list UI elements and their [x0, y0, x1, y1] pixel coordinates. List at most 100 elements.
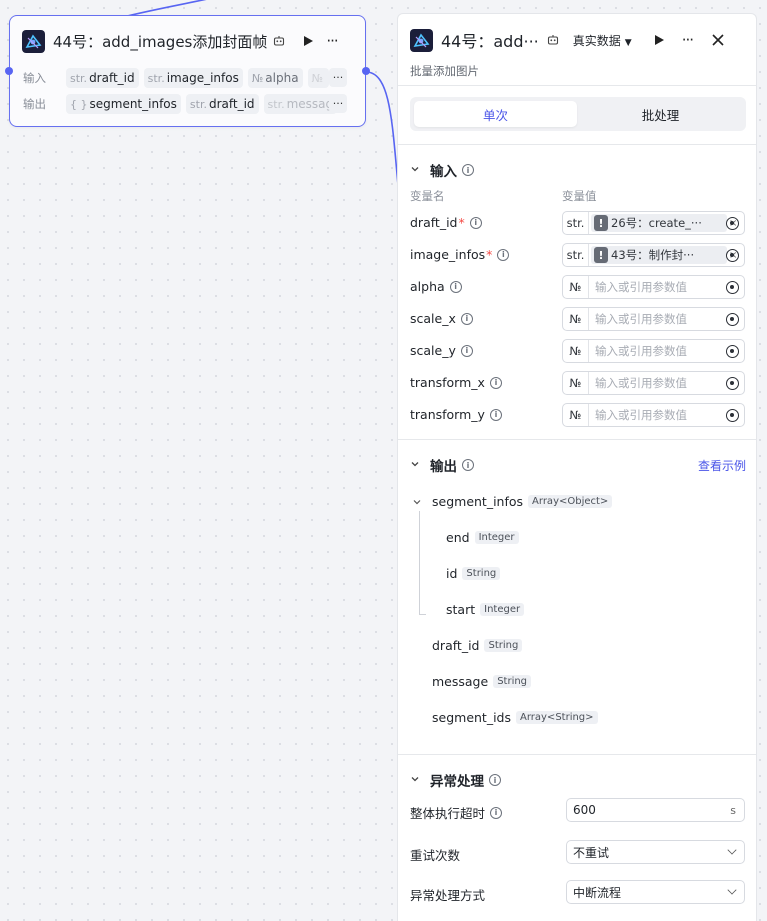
chevron-down-icon: [410, 774, 424, 787]
close-icon[interactable]: [712, 34, 724, 46]
workflow-node-card[interactable]: 44号：add_images添加封面帧 ··· 输入 str. draft_id …: [5, 15, 370, 127]
input-tag: str. draft_id: [66, 68, 139, 88]
param-value-field[interactable]: str. ! 43号：制作封··· ×: [562, 243, 745, 267]
variable-picker-icon: [726, 217, 739, 230]
retry-select[interactable]: 不重试: [566, 840, 745, 864]
param-value-field[interactable]: № 输入或引用参数值: [562, 307, 745, 331]
panel-more-button[interactable]: ···: [682, 31, 694, 49]
divider: [398, 754, 756, 755]
node-config-panel: 44号：add··· 真实数据 ▼ ··· 批量添加图片 单次 批处理 输入 i 变…: [397, 13, 757, 921]
output-row-label: 输出: [23, 97, 46, 111]
param-row-draft-id: draft_id * i str. ! 26号：create_··· ×: [410, 211, 745, 235]
variable-picker-icon: [726, 313, 739, 326]
robot-icon: [273, 35, 285, 47]
param-row-scale-y: scale_y i № 输入或引用参数值: [410, 339, 745, 363]
tree-line: [419, 614, 426, 615]
output-tag: str. draft_id: [185, 94, 259, 114]
output-tag: str. messag: [263, 94, 338, 114]
tab-single[interactable]: 单次: [414, 101, 577, 127]
param-row-transform-x: transform_x i № 输入或引用参数值: [410, 371, 745, 395]
divider: [398, 85, 756, 86]
handling-select[interactable]: 中断流程: [566, 880, 745, 904]
info-icon: i: [460, 312, 473, 325]
info-icon: i: [489, 774, 501, 786]
output-tree-child: end Integer: [446, 530, 519, 545]
run-icon[interactable]: [303, 35, 314, 47]
chevron-down-icon: [727, 845, 737, 855]
outgoing-wire: [365, 71, 399, 186]
param-value-field[interactable]: № 输入或引用参数值: [562, 275, 745, 299]
input-tag: str. image_infos: [143, 68, 243, 88]
caret-down-icon: ▼: [624, 37, 632, 48]
reference-chip: ! 26号：create_···: [591, 214, 727, 232]
variable-picker-icon: [726, 377, 739, 390]
param-value-field[interactable]: № 输入或引用参数值: [562, 371, 745, 395]
input-tag: №: [307, 68, 330, 88]
reference-chip: ! 43号：制作封···: [591, 246, 727, 264]
input-section-header[interactable]: 输入 i: [410, 160, 474, 180]
timeout-row: 整体执行超时 i 600 s: [410, 798, 745, 822]
timeout-input[interactable]: 600 s: [566, 798, 745, 822]
info-icon: i: [489, 376, 502, 389]
param-row-alpha: alpha i № 输入或引用参数值: [410, 275, 745, 299]
node-header: 44号：add_images添加封面帧 ···: [22, 28, 355, 54]
param-value-field[interactable]: str. ! 26号：create_··· ×: [562, 211, 745, 235]
output-tree-item[interactable]: segment_infos Array<Object>: [412, 494, 613, 509]
param-value-field[interactable]: № 输入或引用参数值: [562, 403, 745, 427]
output-tree-item: segment_ids Array<String>: [432, 710, 598, 725]
output-tree-item: draft_id String: [432, 638, 523, 653]
column-header-value: 变量值: [562, 189, 597, 203]
info-icon: i: [489, 408, 502, 421]
output-section-header[interactable]: 输出 i: [410, 455, 474, 475]
chevron-down-icon: [410, 459, 424, 472]
view-example-link[interactable]: 查看示例: [698, 457, 746, 474]
output-tree-item: message String: [432, 674, 532, 689]
data-source-dropdown[interactable]: 真实数据 ▼: [573, 32, 632, 49]
output-tree-child: id String: [446, 566, 501, 581]
input-row-label: 输入: [23, 71, 46, 85]
retry-row: 重试次数 不重试: [410, 840, 745, 864]
chevron-down-icon: [412, 497, 432, 507]
info-icon: i: [449, 280, 462, 293]
node-output-row: 输出 { } segment_infos str. draft_id str. mes…: [23, 94, 349, 114]
variable-picker-icon: [726, 409, 739, 422]
run-mode-tabs: 单次 批处理: [410, 97, 746, 131]
variable-picker-icon: [726, 345, 739, 358]
param-row-transform-y: transform_y i № 输入或引用参数值: [410, 403, 745, 427]
tree-line: [419, 511, 420, 615]
error-section-header[interactable]: 异常处理 i: [410, 770, 501, 790]
warning-icon: !: [594, 215, 608, 231]
outputs-more-button[interactable]: ···: [329, 94, 347, 113]
info-icon: i: [462, 459, 474, 471]
input-tag: № alpha: [247, 68, 303, 88]
inputs-more-button[interactable]: ···: [329, 68, 347, 87]
output-tree-child: start Integer: [446, 602, 525, 617]
panel-header: 44号：add··· 真实数据 ▼ ···: [410, 28, 744, 52]
info-icon: i: [497, 248, 510, 261]
variable-picker-icon: [726, 281, 739, 294]
node-title: 44号：add_images添加封面帧: [53, 32, 268, 51]
plugin-logo-icon: [410, 28, 433, 52]
robot-icon: [547, 34, 559, 46]
run-icon[interactable]: [654, 34, 665, 46]
chevron-down-icon: [410, 164, 424, 177]
info-icon: i: [460, 344, 473, 357]
divider: [398, 439, 756, 440]
divider: [398, 144, 756, 145]
output-tag: { } segment_infos: [66, 94, 181, 114]
panel-title: 44号：add···: [441, 32, 539, 51]
handling-row: 异常处理方式 中断流程: [410, 880, 745, 904]
chevron-down-icon: [727, 885, 737, 895]
warning-icon: !: [594, 247, 608, 263]
param-row-scale-x: scale_x i № 输入或引用参数值: [410, 307, 745, 331]
node-output-port[interactable]: [362, 67, 370, 75]
node-more-button[interactable]: ···: [326, 32, 338, 50]
info-icon: i: [469, 216, 482, 229]
tab-batch[interactable]: 批处理: [579, 101, 742, 127]
param-row-image-infos: image_infos * i str. ! 43号：制作封··· ×: [410, 243, 745, 267]
info-icon: i: [490, 806, 503, 819]
node-input-port[interactable]: [5, 67, 13, 75]
column-header-name: 变量名: [410, 189, 445, 203]
panel-subtitle: 批量添加图片: [410, 64, 479, 78]
param-value-field[interactable]: № 输入或引用参数值: [562, 339, 745, 363]
